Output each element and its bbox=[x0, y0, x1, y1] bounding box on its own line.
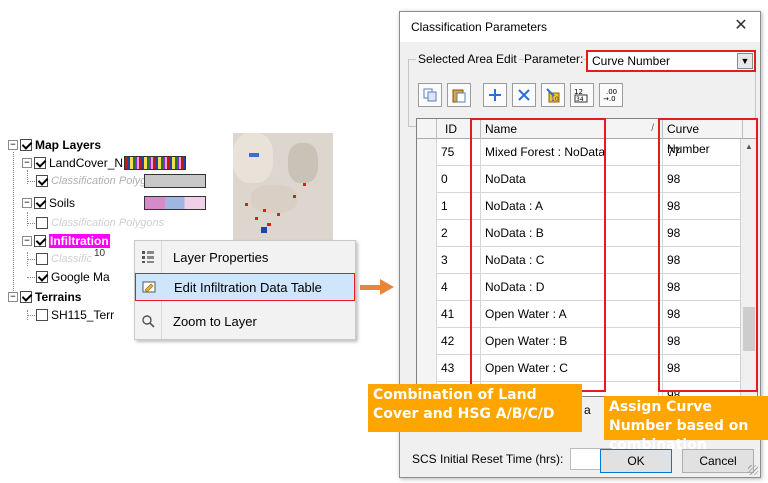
infiltration-classification-checkbox[interactable] bbox=[36, 253, 48, 265]
landcover-checkbox[interactable] bbox=[34, 157, 46, 169]
add-button[interactable] bbox=[483, 83, 507, 107]
sort-icon: 12 34 bbox=[574, 88, 588, 103]
collapse-icon[interactable]: − bbox=[8, 292, 18, 302]
parameter-select[interactable]: Curve Number ▼ bbox=[586, 50, 756, 72]
tree-line bbox=[13, 152, 14, 295]
infiltration-label: Infiltration bbox=[49, 234, 110, 248]
resize-grip-icon[interactable] bbox=[748, 465, 758, 475]
soils-label: Soils bbox=[49, 196, 76, 210]
tree-item-landcover[interactable]: − LandCover_N bbox=[22, 154, 187, 172]
dialog-title: Classification Parameters bbox=[411, 20, 548, 34]
soils-classification-checkbox[interactable] bbox=[36, 217, 48, 229]
terrain-file-checkbox[interactable] bbox=[36, 309, 48, 321]
landcover-legend-swatch bbox=[124, 156, 187, 170]
collapse-icon[interactable]: − bbox=[22, 158, 32, 168]
google-map-label: Google Ma bbox=[51, 270, 110, 284]
collapse-icon[interactable]: − bbox=[22, 236, 32, 246]
map-preview bbox=[233, 133, 333, 253]
svg-text:10: 10 bbox=[551, 96, 559, 103]
collapse-icon[interactable]: − bbox=[22, 198, 32, 208]
paste-icon bbox=[452, 89, 466, 103]
row-selector[interactable] bbox=[417, 166, 437, 193]
sort-button[interactable]: 12 34 bbox=[570, 83, 594, 107]
terrain-file-label: SH115_Terr bbox=[51, 308, 115, 322]
tree-item-terrain-file[interactable]: SH115_Terr bbox=[27, 306, 115, 324]
context-menu: Layer Properties Edit Infiltration Data … bbox=[134, 240, 356, 340]
import-icon: 10 bbox=[546, 88, 560, 103]
terrains-label: Terrains bbox=[35, 290, 82, 304]
delete-button[interactable] bbox=[512, 83, 536, 107]
note-land-cover-combination: Combination of Land Cover and HSG A/B/C/… bbox=[368, 384, 582, 432]
row-selector[interactable] bbox=[417, 247, 437, 274]
partial-text: a bbox=[584, 403, 591, 417]
edit-table-icon bbox=[142, 281, 156, 293]
copy-button[interactable] bbox=[418, 83, 442, 107]
group-label: Selected Area Edit bbox=[416, 52, 519, 66]
landcover-label: LandCover_N bbox=[49, 156, 124, 170]
map-layers-checkbox[interactable] bbox=[20, 139, 32, 151]
parameter-label: Parameter: bbox=[524, 52, 584, 66]
row-selector[interactable] bbox=[417, 355, 437, 382]
paste-button[interactable] bbox=[447, 83, 471, 107]
chevron-down-icon[interactable]: ▼ bbox=[737, 53, 753, 69]
collapse-icon[interactable]: − bbox=[8, 140, 18, 150]
close-icon[interactable]: ✕ bbox=[732, 17, 750, 35]
google-map-checkbox[interactable] bbox=[36, 271, 48, 283]
decimal-icon: .00 →.0 bbox=[603, 88, 617, 103]
tree-item-soils-classification[interactable]: Classification Polygons bbox=[27, 214, 165, 232]
soils-legend-swatch bbox=[144, 196, 206, 210]
decimal-button[interactable]: .00 →.0 bbox=[599, 83, 623, 107]
landcover-class-swatch bbox=[144, 174, 206, 188]
menu-item-layer-properties[interactable]: Layer Properties bbox=[135, 243, 355, 271]
infiltration-classification-label: Classific bbox=[51, 253, 92, 265]
flow-arrow bbox=[360, 285, 382, 290]
infiltration-classification-number: 10 bbox=[93, 247, 106, 259]
infiltration-checkbox[interactable] bbox=[34, 235, 46, 247]
x-icon bbox=[518, 89, 530, 101]
dialog-titlebar: Classification Parameters ✕ bbox=[400, 12, 760, 42]
row-selector[interactable] bbox=[417, 139, 437, 166]
reset-time-label: SCS Initial Reset Time (hrs): bbox=[412, 452, 564, 466]
import-button[interactable]: 10 bbox=[541, 83, 565, 107]
soils-checkbox[interactable] bbox=[34, 197, 46, 209]
row-selector[interactable] bbox=[417, 274, 437, 301]
row-selector[interactable] bbox=[417, 301, 437, 328]
tree-item-map-layers[interactable]: − Map Layers bbox=[8, 136, 101, 154]
row-selector[interactable] bbox=[417, 328, 437, 355]
tree-item-infiltration-classification[interactable]: Classific 10 bbox=[27, 247, 106, 268]
landcover-classification-checkbox[interactable] bbox=[36, 175, 48, 187]
map-layers-label: Map Layers bbox=[35, 138, 102, 152]
menu-item-edit-infiltration-table[interactable]: Edit Infiltration Data Table bbox=[135, 273, 355, 301]
tree-item-soils[interactable]: − Soils bbox=[22, 194, 75, 212]
terrains-checkbox[interactable] bbox=[20, 291, 32, 303]
menu-item-label: Zoom to Layer bbox=[173, 313, 257, 329]
flow-arrow-head bbox=[380, 279, 394, 295]
name-column-highlight bbox=[470, 118, 606, 392]
svg-text:→.0: →.0 bbox=[603, 95, 616, 103]
sort-indicator: / bbox=[651, 123, 654, 134]
row-selector[interactable] bbox=[417, 193, 437, 220]
note-assign-curve-number: Assign Curve Number based on combination bbox=[604, 396, 768, 453]
tree-item-terrains[interactable]: − Terrains bbox=[8, 288, 81, 306]
row-selector[interactable] bbox=[417, 220, 437, 247]
parameter-value: Curve Number bbox=[592, 54, 671, 68]
menu-item-label: Layer Properties bbox=[173, 249, 269, 265]
plus-icon bbox=[489, 89, 501, 101]
menu-item-zoom-to-layer[interactable]: Zoom to Layer bbox=[135, 307, 355, 335]
menu-item-label: Edit Infiltration Data Table bbox=[174, 279, 322, 295]
curve-number-column-highlight bbox=[658, 118, 758, 392]
soils-classification-label: Classification Polygons bbox=[51, 217, 165, 229]
copy-icon bbox=[423, 88, 437, 102]
zoom-icon bbox=[142, 315, 155, 328]
properties-icon bbox=[142, 251, 154, 263]
note-left-text: Combination of Land Cover and HSG A/B/C/… bbox=[373, 387, 555, 422]
tree-item-google-map[interactable]: Google Ma bbox=[27, 268, 110, 286]
row-selector-header bbox=[417, 119, 437, 139]
svg-text:34: 34 bbox=[576, 96, 584, 103]
